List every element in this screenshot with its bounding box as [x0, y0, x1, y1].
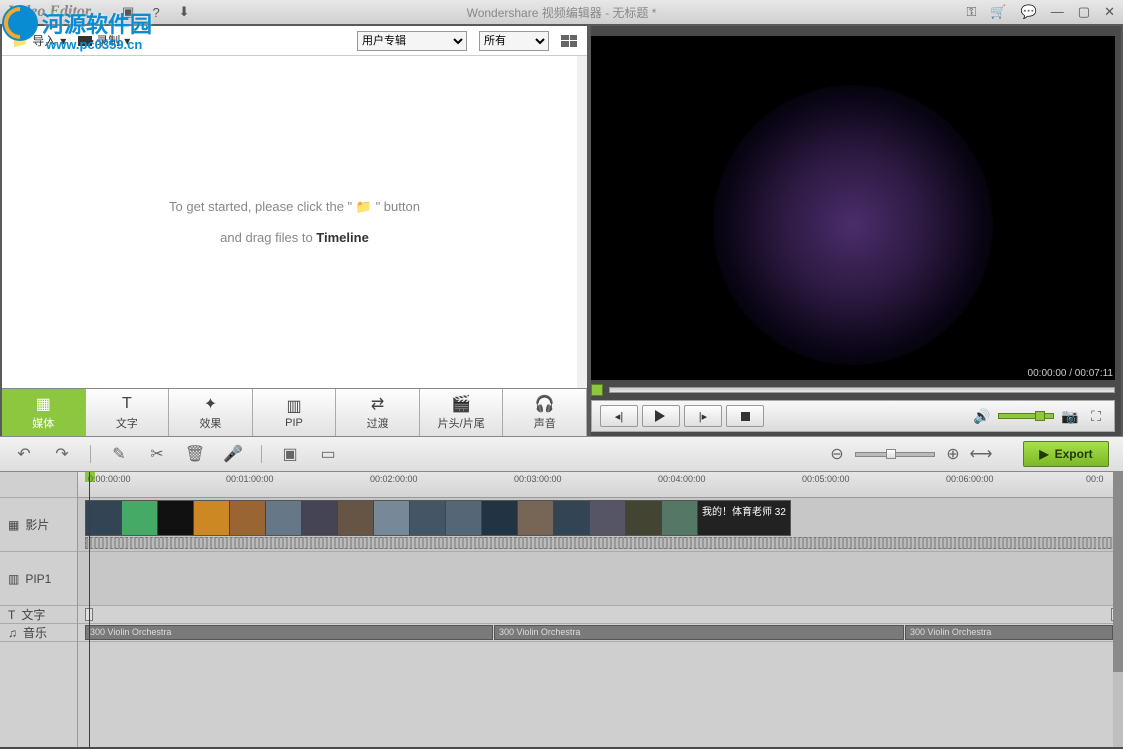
import-button[interactable]: 📁导入 ▾ [12, 32, 66, 49]
pip-track[interactable] [78, 552, 1123, 606]
stop-button[interactable] [726, 405, 764, 427]
album-dropdown[interactable]: 用户专辑 [357, 31, 467, 51]
playhead[interactable] [89, 472, 90, 747]
wand-icon: ✦ [199, 395, 221, 413]
track-label-text: T 文字 [0, 606, 77, 624]
camera-icon [78, 36, 92, 46]
titlebar-key-icon[interactable]: ⚿ [967, 4, 977, 20]
music-clip[interactable]: 300 Violin Orchestra [494, 625, 904, 640]
preview-panel: 00:00:00 / 00:07:11 ◂| |▸ 🔊 📷 ⛶ [591, 26, 1121, 436]
timeline-ruler[interactable]: 0:00:00:00 00:01:00:00 00:02:00:00 00:03… [78, 472, 1123, 498]
timeline: ▦ 影片 ▥ PIP1 T 文字 ♫ 音乐 0:00:00:00 00:01:0… [0, 472, 1123, 747]
preview-viewport[interactable] [591, 36, 1115, 380]
timeline-vscrollbar[interactable] [1113, 472, 1123, 747]
minimize-button[interactable]: — [1051, 4, 1064, 20]
titlebar-cart-icon[interactable]: 🛒 [990, 4, 1006, 20]
clip-title: 我的！体育老师 32 [698, 501, 790, 520]
time-display: 00:00:00 / 00:07:11 [1028, 368, 1113, 379]
titlebar-save-icon[interactable]: ▣ [121, 5, 135, 19]
tab-sound[interactable]: 🎧声音 [503, 389, 587, 436]
media-scrollbar[interactable] [577, 56, 587, 388]
media-drop-area[interactable]: To get started, please click the " 📁 " b… [2, 56, 587, 388]
zoom-slider[interactable] [855, 452, 935, 457]
aspect-button[interactable]: ▭ [318, 444, 338, 464]
zoom-in-button[interactable]: ⊕ [943, 444, 963, 464]
export-button[interactable]: ▶ Export [1023, 441, 1109, 467]
music-clip[interactable]: 300 Violin Orchestra [85, 625, 493, 640]
filter-dropdown[interactable]: 所有 [479, 31, 549, 51]
record-button[interactable]: 录制 ▾ [78, 32, 130, 49]
scrub-track[interactable] [609, 387, 1115, 393]
transition-icon: ⇄ [367, 395, 389, 413]
play-button[interactable] [642, 405, 680, 427]
media-icon: ▦ [32, 395, 54, 413]
tab-effects[interactable]: ✦效果 [169, 389, 253, 436]
view-toggle-icon[interactable] [561, 35, 577, 47]
scrub-handle[interactable] [591, 384, 603, 396]
next-frame-button[interactable]: |▸ [684, 405, 722, 427]
delete-button[interactable]: 🗑 [185, 444, 205, 464]
audio-waveform[interactable] [85, 537, 1121, 549]
track-label-music: ♫ 音乐 [0, 624, 77, 642]
media-panel: 📁导入 ▾ 录制 ▾ 用户专辑 所有 To get started, pleas… [2, 26, 587, 436]
titlebar-chat-icon[interactable]: 💬 [1021, 4, 1037, 20]
window-title: Wondershare 视频编辑器 - 无标题 * [467, 4, 657, 21]
export-icon: ▶ [1039, 447, 1048, 461]
track-label-video: ▦ 影片 [0, 498, 77, 552]
close-button[interactable]: ✕ [1104, 4, 1115, 20]
volume-icon[interactable]: 🔊 [972, 406, 992, 426]
tab-intro[interactable]: 🎬片头/片尾 [420, 389, 504, 436]
pip-icon: ▥ [283, 397, 305, 415]
zoom-out-button[interactable]: ⊖ [827, 444, 847, 464]
text-icon: T [116, 395, 138, 413]
track-label-pip: ▥ PIP1 [0, 552, 77, 606]
undo-button[interactable]: ↶ [14, 444, 34, 464]
app-logo-text: Video Editor [8, 3, 91, 21]
tab-media[interactable]: ▦媒体 [2, 389, 86, 436]
voiceover-button[interactable]: 🎤 [223, 444, 243, 464]
category-tabs: ▦媒体 T文字 ✦效果 ▥PIP ⇄过渡 🎬片头/片尾 🎧声音 [2, 388, 587, 436]
titlebar: Video Editor ▣ ? ⬇ Wondershare 视频编辑器 - 无… [0, 0, 1123, 24]
clapper-icon: 🎬 [450, 395, 472, 413]
titlebar-help-icon[interactable]: ? [149, 5, 163, 19]
cut-button[interactable]: ✂ [147, 444, 167, 464]
fullscreen-icon[interactable]: ⛶ [1086, 406, 1106, 426]
text-track[interactable] [78, 606, 1123, 624]
maximize-button[interactable]: ▢ [1078, 4, 1090, 20]
crop-button[interactable]: ▣ [280, 444, 300, 464]
edit-button[interactable]: ✎ [109, 444, 129, 464]
redo-button[interactable]: ↷ [52, 444, 72, 464]
preview-content [713, 85, 993, 365]
headphone-icon: 🎧 [534, 395, 556, 413]
video-clip[interactable]: 我的！体育老师 32 [85, 500, 791, 536]
fit-button[interactable]: ⟷ [971, 444, 991, 464]
snapshot-icon[interactable]: 📷 [1060, 406, 1080, 426]
tab-transition[interactable]: ⇄过渡 [336, 389, 420, 436]
prev-frame-button[interactable]: ◂| [600, 405, 638, 427]
tab-text[interactable]: T文字 [86, 389, 170, 436]
edit-toolbar: ↶ ↷ ✎ ✂ 🗑 🎤 ▣ ▭ ⊖ ⊕ ⟷ ▶ Export [0, 436, 1123, 472]
music-clip[interactable]: 300 Violin Orchestra [905, 625, 1113, 640]
volume-slider[interactable] [998, 413, 1054, 419]
titlebar-download-icon[interactable]: ⬇ [177, 5, 191, 19]
video-track[interactable]: 我的！体育老师 32 [78, 498, 1123, 552]
tab-pip[interactable]: ▥PIP [253, 389, 337, 436]
music-track[interactable]: 300 Violin Orchestra 300 Violin Orchestr… [78, 624, 1123, 642]
folder-icon: 📁 [356, 199, 372, 214]
folder-icon: 📁 [12, 33, 28, 49]
